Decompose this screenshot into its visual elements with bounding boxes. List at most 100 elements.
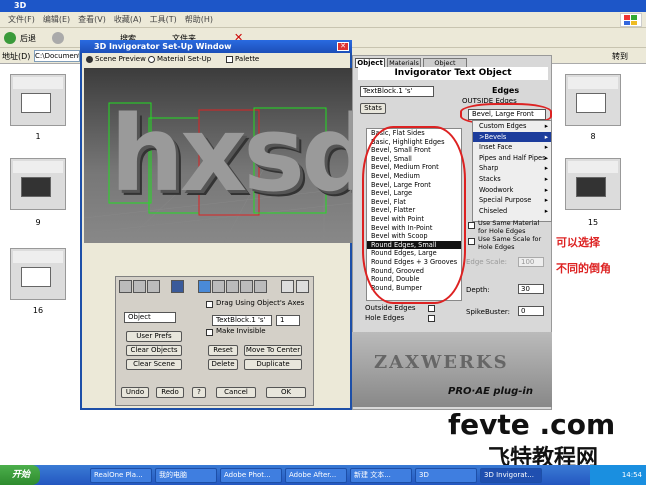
plugin-label: PRO·AE plug-in — [448, 386, 533, 397]
menu-item[interactable]: Special Purpose ▸ — [473, 195, 551, 206]
address-label: 地址(D) — [2, 52, 31, 61]
menu-item[interactable]: Pipes and Half Pipes ▸ — [473, 153, 551, 164]
scene-preview-viewport[interactable]: hxsd — [84, 68, 375, 243]
user-prefs-button[interactable]: User Prefs — [126, 331, 182, 342]
pointer-icon[interactable] — [281, 280, 294, 293]
edge-category-menu: Custom Edges ▸ >Bevels ▸ Inset Face ▸ Pipes… — [472, 120, 552, 222]
menu-file[interactable]: 文件(F) — [8, 12, 35, 28]
thumbnail-9[interactable] — [10, 158, 66, 210]
material-setup-label: Material Set-Up — [157, 55, 212, 63]
spikebuster-label: SpikeBuster: — [466, 308, 510, 316]
task-text-file[interactable]: 新建 文本... — [350, 468, 412, 483]
zaxwerks-banner: ZAXWERKS PRO·AE plug-in — [352, 332, 552, 407]
thumbnail-1[interactable] — [10, 74, 66, 126]
address-input[interactable]: C:\Documents — [34, 50, 80, 62]
hole-edges-row-label: Hole Edges — [365, 314, 405, 322]
thumbnail-16[interactable] — [10, 248, 66, 300]
preview-mode-tabs: Scene Preview Material Set-Up Palette — [82, 54, 350, 66]
menu-edit[interactable]: 编辑(E) — [43, 12, 70, 28]
start-button[interactable]: 开始 — [0, 465, 40, 485]
material-setup-radio[interactable] — [148, 56, 155, 63]
back-button[interactable]: 后退 — [20, 33, 36, 44]
task-realone[interactable]: RealOne Pla... — [90, 468, 152, 483]
annotation-text-1: 可以选择 — [556, 236, 600, 249]
drag-axes-label: Drag Using Object's Axes — [216, 299, 305, 307]
light-icon[interactable] — [133, 280, 146, 293]
menu-item[interactable]: Inset Face ▸ — [473, 142, 551, 153]
outside-edges-checkbox[interactable] — [428, 305, 435, 312]
explorer-titlebar: 3D — [0, 0, 646, 12]
sphere-icon[interactable] — [171, 280, 184, 293]
cancel-button[interactable]: Cancel — [216, 387, 256, 398]
menu-item[interactable]: Woodwork ▸ — [473, 185, 551, 196]
menu-item[interactable]: Chiseled ▸ — [473, 206, 551, 217]
same-material-checkbox[interactable] — [468, 222, 475, 229]
clear-scene-button[interactable]: Clear Scene — [126, 359, 182, 370]
windows-logo-icon — [620, 13, 642, 27]
system-tray-clock: 14:54 — [590, 465, 646, 485]
scene-preview-radio[interactable] — [86, 56, 93, 63]
back-arrow-icon[interactable] — [4, 32, 16, 44]
scale-icon[interactable] — [240, 280, 253, 293]
depth-input[interactable]: 30 — [518, 284, 544, 294]
invigorator-title: 3D Invigorator Set-Up Window — [94, 42, 232, 51]
object-select[interactable]: Object — [124, 312, 176, 323]
menu-tools[interactable]: 工具(T) — [150, 12, 177, 28]
clear-objects-button[interactable]: Clear Objects — [126, 345, 182, 356]
menu-help[interactable]: 帮助(H) — [185, 12, 213, 28]
spikebuster-input[interactable]: 0 — [518, 306, 544, 316]
rotate-icon[interactable] — [212, 280, 225, 293]
help-button[interactable]: ? — [192, 387, 206, 398]
thumbnail-8[interactable] — [565, 74, 621, 126]
task-3d-folder[interactable]: 3D — [415, 468, 477, 483]
panel-header: Invigorator Text Object — [358, 67, 548, 80]
redo-button[interactable]: Redo — [156, 387, 184, 398]
hole-edges-checkbox[interactable] — [428, 315, 435, 322]
thumbnail-15[interactable] — [565, 158, 621, 210]
same-scale-label: Use Same Scale for Hole Edges — [478, 235, 542, 251]
make-invisible-checkbox[interactable] — [206, 329, 213, 336]
thumbnail-label: 15 — [587, 218, 599, 227]
move-icon[interactable] — [198, 280, 211, 293]
thumbnail-label: 1 — [35, 132, 41, 141]
same-scale-checkbox[interactable] — [468, 238, 475, 245]
textblock-field[interactable]: TextBlock.1 's' — [360, 86, 434, 97]
drag-axes-checkbox[interactable] — [206, 301, 213, 308]
undo-button[interactable]: Undo — [121, 387, 149, 398]
palette-checkbox[interactable] — [226, 56, 233, 63]
task-after-effects[interactable]: Adobe After... — [285, 468, 347, 483]
menu-view[interactable]: 查看(V) — [78, 12, 106, 28]
stats-button[interactable]: Stats — [360, 103, 386, 114]
grid-icon[interactable] — [254, 280, 267, 293]
menu-item[interactable]: Sharp ▸ — [473, 163, 551, 174]
annotation-oval — [362, 126, 466, 304]
task-invigorator[interactable]: 3D Invigorat... — [480, 468, 542, 483]
task-my-computer[interactable]: 我的电脑 — [155, 468, 217, 483]
brand-logo: ZAXWERKS — [374, 352, 509, 373]
watermark-latin: fevte .com — [448, 408, 616, 441]
textblock-index-select[interactable]: 1 — [276, 315, 300, 326]
delete-button[interactable]: Delete — [208, 359, 238, 370]
thumbnail-label: 9 — [35, 218, 41, 227]
task-photoshop[interactable]: Adobe Phot... — [220, 468, 282, 483]
duplicate-button[interactable]: Duplicate — [244, 359, 302, 370]
edge-scale-input[interactable]: 100 — [518, 257, 544, 267]
reset-button[interactable]: Reset — [208, 345, 238, 356]
explorer-menubar: 文件(F) 编辑(E) 查看(V) 收藏(A) 工具(T) 帮助(H) — [0, 12, 646, 28]
close-icon[interactable]: ✕ — [337, 42, 349, 51]
zoom-icon[interactable] — [296, 280, 309, 293]
menu-item[interactable]: Custom Edges ▸ — [473, 121, 551, 132]
pan-icon[interactable] — [226, 280, 239, 293]
window-title: 3D — [14, 1, 27, 10]
go-button[interactable]: 转到 — [612, 51, 628, 62]
camera-icon[interactable] — [119, 280, 132, 293]
menu-item-bevels[interactable]: >Bevels ▸ — [473, 131, 551, 143]
forward-arrow-icon[interactable] — [52, 32, 64, 44]
ok-button[interactable]: OK — [266, 387, 306, 398]
same-material-label: Use Same Material for Hole Edges — [478, 219, 540, 235]
textblock-select[interactable]: TextBlock.1 's' — [212, 315, 272, 326]
move-to-center-button[interactable]: Move To Center — [244, 345, 302, 356]
menu-item[interactable]: Stacks ▸ — [473, 174, 551, 185]
menu-favorites[interactable]: 收藏(A) — [114, 12, 142, 28]
object-icon[interactable] — [147, 280, 160, 293]
